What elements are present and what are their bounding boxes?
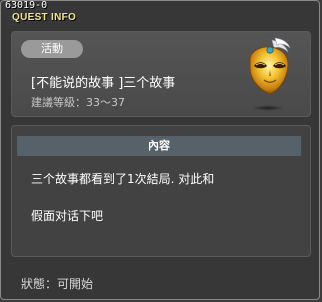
content-line: 假面对话下吧 <box>31 209 104 223</box>
golden-mask-icon <box>242 36 298 114</box>
quest-status: 狀態：可開始 <box>21 277 94 291</box>
quest-id: 63019-0 <box>5 0 48 11</box>
recommended-level: 建議等級：33～37 <box>31 96 125 109</box>
content-header: 內容 <box>17 136 301 156</box>
category-badge: 活動 <box>21 40 83 58</box>
content-panel: 內容 三个故事都看到了1次結局. 对此和 假面对话下吧 <box>11 125 311 257</box>
quest-info-window: 63019-0 QUEST INFO 活動 [不能说的故事 ]三个故事 建議等級… <box>0 0 320 300</box>
content-line: 三个故事都看到了1次結局. 对此和 <box>31 172 215 186</box>
quest-header-panel: 活動 [不能说的故事 ]三个故事 建議等級：33～37 <box>11 31 311 117</box>
quest-name: [不能说的故事 ]三个故事 <box>31 76 176 91</box>
window-title: QUEST INFO <box>12 12 77 23</box>
